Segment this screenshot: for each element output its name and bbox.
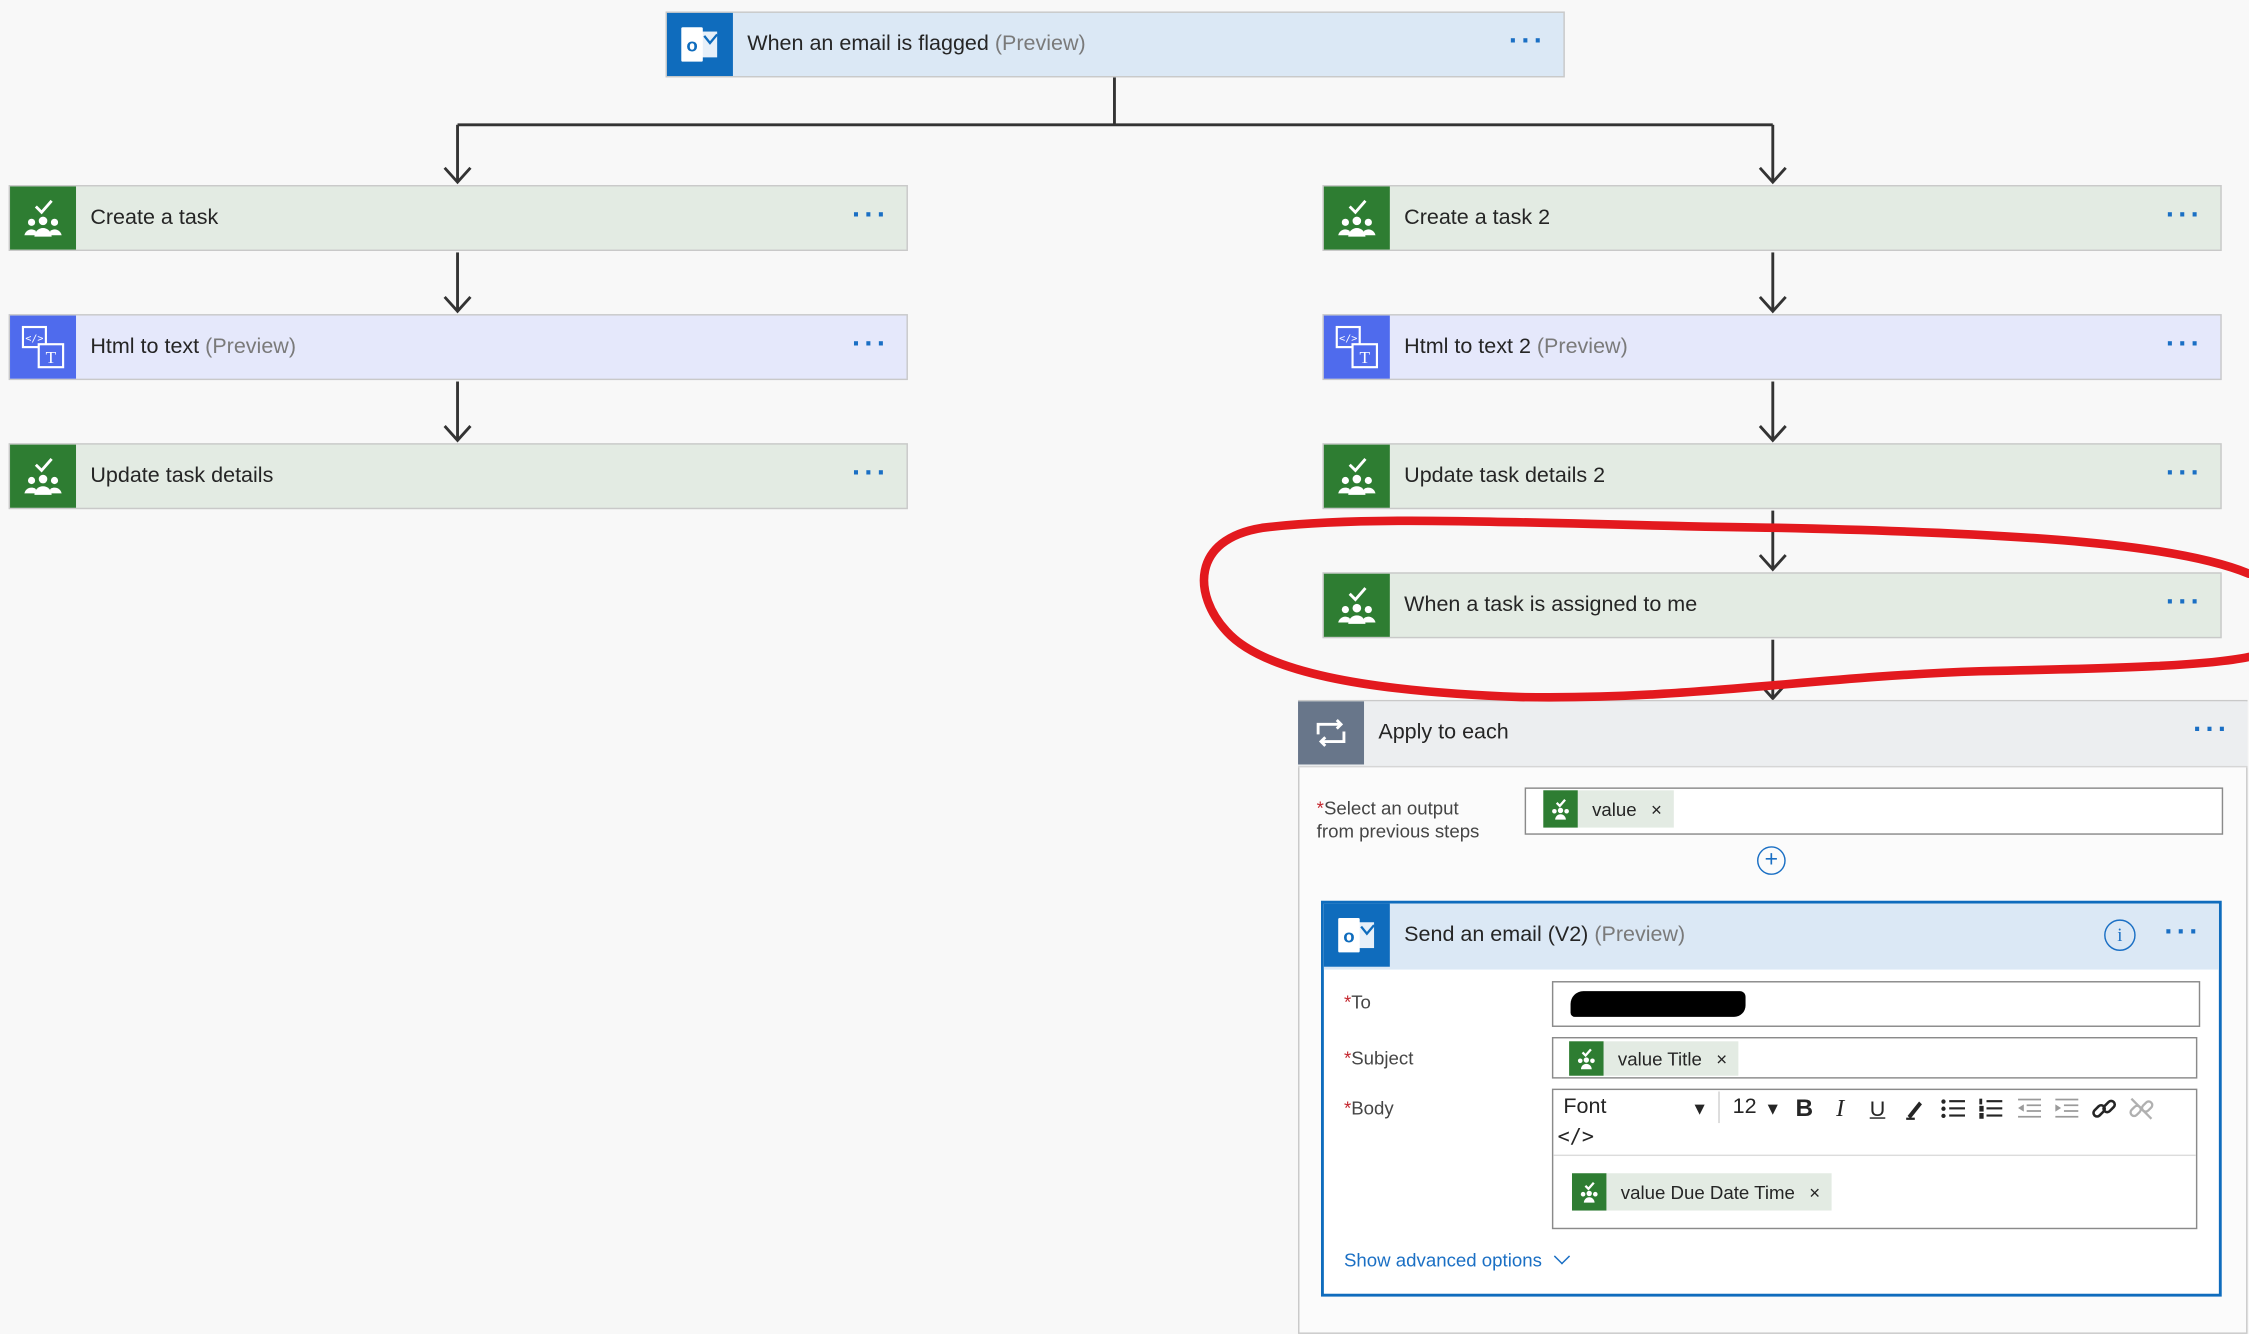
planner-icon bbox=[1323, 573, 1390, 637]
loop-icon bbox=[1298, 701, 1365, 765]
card-title: Create a task bbox=[90, 205, 219, 230]
more-options-button[interactable]: ··· bbox=[2166, 316, 2203, 373]
more-options-button[interactable]: ··· bbox=[852, 445, 889, 502]
svg-text:T: T bbox=[46, 348, 57, 367]
planner-icon bbox=[1569, 1041, 1604, 1076]
output-token-value[interactable]: value × bbox=[1543, 790, 1674, 828]
planner-icon bbox=[1323, 444, 1390, 508]
svg-text:T: T bbox=[1359, 348, 1370, 367]
card-title: When an email is flagged bbox=[747, 31, 989, 56]
outlook-icon: o bbox=[666, 12, 733, 77]
preview-tag: (Preview) bbox=[1536, 334, 1628, 359]
card-create-task-2[interactable]: Create a task 2 ··· bbox=[1322, 185, 2222, 252]
remove-token-icon[interactable]: × bbox=[1651, 798, 1662, 820]
planner-icon bbox=[10, 186, 77, 250]
svg-text:o: o bbox=[1343, 925, 1354, 946]
more-options-button[interactable]: ··· bbox=[852, 316, 889, 373]
font-size-select[interactable]: 12 bbox=[1733, 1094, 1757, 1118]
body-label: *Body bbox=[1343, 1097, 1394, 1119]
card-html-to-text[interactable]: </> T Html to text (Preview) ··· bbox=[8, 314, 908, 381]
chevron-down-icon bbox=[1553, 1248, 1570, 1265]
link-icon[interactable] bbox=[2090, 1094, 2119, 1123]
card-title: Apply to each bbox=[1378, 720, 1509, 745]
card-task-assigned-trigger[interactable]: When a task is assigned to me ··· bbox=[1322, 572, 2222, 639]
card-title: Create a task 2 bbox=[1404, 205, 1551, 230]
card-title: When a task is assigned to me bbox=[1404, 592, 1698, 617]
info-icon[interactable]: i bbox=[2104, 919, 2136, 951]
chevron-down-icon[interactable]: ▼ bbox=[1685, 1094, 1714, 1123]
card-update-task-details-2[interactable]: Update task details 2 ··· bbox=[1322, 443, 2222, 510]
html-to-text-icon: </> T bbox=[10, 315, 77, 379]
card-apply-to-each[interactable]: Apply to each ··· bbox=[1298, 701, 2248, 768]
italic-icon[interactable]: I bbox=[1826, 1094, 1855, 1123]
card-create-task[interactable]: Create a task ··· bbox=[8, 185, 908, 252]
card-send-email-header[interactable]: o Send an email (V2) (Preview) i ··· bbox=[1323, 903, 2219, 970]
unlink-icon[interactable] bbox=[2127, 1094, 2156, 1123]
card-title: Html to text 2 bbox=[1404, 334, 1531, 359]
planner-icon bbox=[1323, 186, 1390, 250]
bold-icon[interactable]: B bbox=[1790, 1094, 1819, 1123]
more-options-button[interactable]: ··· bbox=[2164, 904, 2201, 961]
font-select[interactable]: Font bbox=[1563, 1094, 1606, 1118]
more-options-button[interactable]: ··· bbox=[2193, 701, 2230, 758]
body-token[interactable]: value Due Date Time × bbox=[1571, 1173, 1832, 1211]
svg-text:o: o bbox=[686, 35, 697, 56]
svg-text:</>: </> bbox=[25, 333, 43, 344]
add-dynamic-content-icon[interactable]: + bbox=[1757, 846, 1786, 875]
remove-token-icon[interactable]: × bbox=[1809, 1181, 1820, 1203]
subject-label: *Subject bbox=[1343, 1047, 1414, 1069]
more-options-button[interactable]: ··· bbox=[2166, 574, 2203, 631]
more-options-button[interactable]: ··· bbox=[1509, 13, 1546, 70]
outlook-icon: o bbox=[1323, 903, 1390, 967]
card-title: Html to text bbox=[90, 334, 200, 359]
card-title: Send an email (V2) bbox=[1404, 922, 1589, 947]
more-options-button[interactable]: ··· bbox=[2166, 186, 2203, 243]
to-label: *To bbox=[1343, 991, 1371, 1013]
text-color-icon[interactable] bbox=[1900, 1094, 1929, 1123]
more-options-button[interactable]: ··· bbox=[2166, 445, 2203, 502]
card-html-to-text-2[interactable]: </> T Html to text 2 (Preview) ··· bbox=[1322, 314, 2222, 381]
token-label: value Due Date Time bbox=[1620, 1181, 1795, 1203]
trigger-card-email-flagged[interactable]: o When an email is flagged (Preview) ··· bbox=[665, 11, 1565, 78]
code-view-toggle[interactable]: </> bbox=[1558, 1126, 1594, 1149]
planner-icon bbox=[1571, 1173, 1607, 1211]
card-title: Update task details bbox=[90, 463, 274, 488]
bullet-list-icon[interactable] bbox=[1939, 1094, 1968, 1123]
html-to-text-icon: </> T bbox=[1323, 315, 1390, 379]
redacted-recipient bbox=[1570, 991, 1746, 1017]
numbered-list-icon[interactable] bbox=[1976, 1094, 2005, 1123]
more-options-button[interactable]: ··· bbox=[852, 186, 889, 243]
underline-icon[interactable]: U bbox=[1863, 1094, 1892, 1123]
preview-tag: (Preview) bbox=[1594, 922, 1686, 947]
decrease-indent-icon[interactable] bbox=[2015, 1094, 2044, 1123]
to-field[interactable] bbox=[1551, 981, 2201, 1027]
card-update-task-details[interactable]: Update task details ··· bbox=[8, 443, 908, 510]
select-output-label: *Select an output from previous steps bbox=[1316, 797, 1480, 842]
preview-tag: (Preview) bbox=[205, 334, 297, 359]
chevron-down-icon[interactable]: ▼ bbox=[1758, 1094, 1787, 1123]
planner-icon bbox=[1543, 790, 1578, 828]
planner-icon bbox=[10, 444, 77, 508]
preview-tag: (Preview) bbox=[994, 31, 1086, 56]
show-advanced-options-link[interactable]: Show advanced options bbox=[1344, 1248, 1570, 1271]
card-title: Update task details 2 bbox=[1404, 463, 1606, 488]
token-label: value bbox=[1592, 798, 1637, 820]
remove-token-icon[interactable]: × bbox=[1716, 1048, 1727, 1070]
increase-indent-icon[interactable] bbox=[2052, 1094, 2081, 1123]
svg-text:</>: </> bbox=[1339, 333, 1357, 344]
token-label: value Title bbox=[1617, 1047, 1702, 1070]
subject-token[interactable]: value Title × bbox=[1569, 1041, 1739, 1076]
